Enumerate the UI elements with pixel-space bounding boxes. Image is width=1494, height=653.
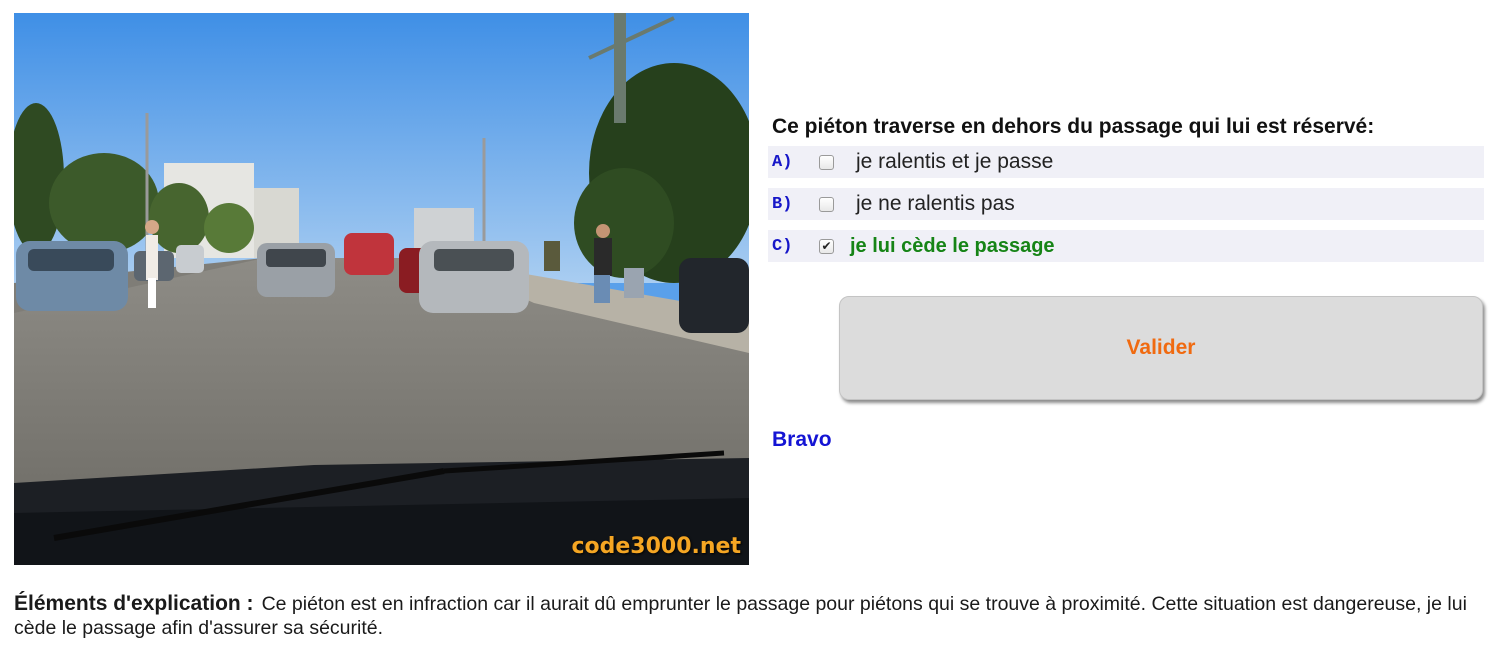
road-scene-photo: code3000.net <box>14 13 749 565</box>
answer-letter: B) <box>772 194 793 214</box>
explanation-label: Éléments d'explication : <box>14 592 254 615</box>
answer-option-a[interactable]: A) je ralentis et je passe <box>768 146 1484 178</box>
validate-button[interactable]: Valider <box>839 296 1483 400</box>
checkbox-a[interactable] <box>819 154 834 170</box>
question-text: Ce piéton traverse en dehors du passage … <box>772 115 1375 138</box>
answer-letter: C) <box>772 236 793 256</box>
answer-option-b[interactable]: B) je ne ralentis pas <box>768 188 1484 220</box>
explanation-block: Éléments d'explication : Ce piéton est en… <box>14 592 1484 640</box>
answer-text: je ne ralentis pas <box>856 192 1015 215</box>
watermark-logo: code3000.net <box>571 534 741 559</box>
checkbox-c[interactable]: ✔ <box>819 238 834 254</box>
answer-list: A) je ralentis et je passe B) je ne rale… <box>768 146 1484 272</box>
answer-text: je ralentis et je passe <box>856 150 1054 173</box>
checkbox-b[interactable] <box>819 196 834 212</box>
feedback-message: Bravo <box>772 428 832 451</box>
answer-option-c[interactable]: C) ✔ je lui cède le passage <box>768 230 1484 262</box>
checkmark-icon: ✔ <box>821 239 832 253</box>
answer-letter: A) <box>772 152 793 172</box>
road-scene-illustration <box>14 13 749 565</box>
answer-text: je lui cède le passage <box>850 234 1055 257</box>
